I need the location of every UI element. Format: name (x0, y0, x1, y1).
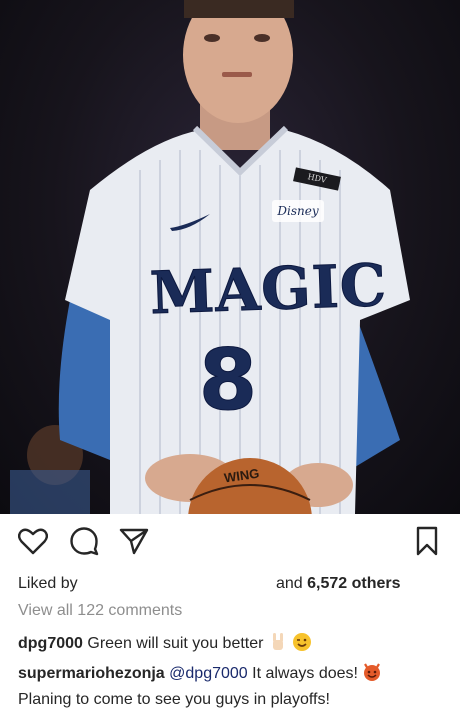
comment-item: dpg7000 Green will suit you better (18, 632, 442, 659)
rock-hand-emoji-icon (268, 632, 288, 659)
heart-icon (18, 528, 48, 555)
comment-username[interactable]: dpg7000 (18, 635, 83, 652)
view-all-comments-link[interactable]: View all 122 comments (18, 602, 182, 620)
comment-text-continued: Planing to come to see you guys in playo… (18, 691, 330, 708)
action-bar (0, 524, 460, 564)
bookmark-icon (416, 526, 438, 556)
post-photo[interactable]: MAGIC 8 Disney HDV WING (0, 0, 460, 514)
comment-username[interactable]: supermariohezonja (18, 665, 165, 682)
comment-icon (70, 527, 99, 556)
likes-summary: Liked by and 6,572 others (18, 575, 438, 597)
comment-button[interactable] (67, 524, 101, 558)
comment-text: It always does! (252, 665, 358, 682)
comment-item: supermariohezonja @dpg7000 It always doe… (18, 662, 442, 711)
share-icon (119, 528, 149, 555)
save-button[interactable] (410, 524, 444, 558)
jersey-wordmark: MAGIC (148, 251, 389, 328)
and-label: and (276, 575, 303, 592)
others-count: 6,572 others (307, 575, 401, 592)
like-button[interactable] (16, 524, 50, 558)
wink-emoji-icon (292, 632, 312, 659)
comment-text: Green will suit you better (87, 635, 264, 652)
jersey-number: 8 (198, 331, 258, 430)
comment-mention-link[interactable]: @dpg7000 (169, 665, 248, 682)
devil-emoji-icon (362, 662, 382, 689)
sponsor-patch: Disney (272, 200, 324, 222)
others-link[interactable]: and 6,572 others (276, 575, 401, 593)
share-button[interactable] (117, 524, 151, 558)
liked-by-label: Liked by (18, 575, 78, 592)
